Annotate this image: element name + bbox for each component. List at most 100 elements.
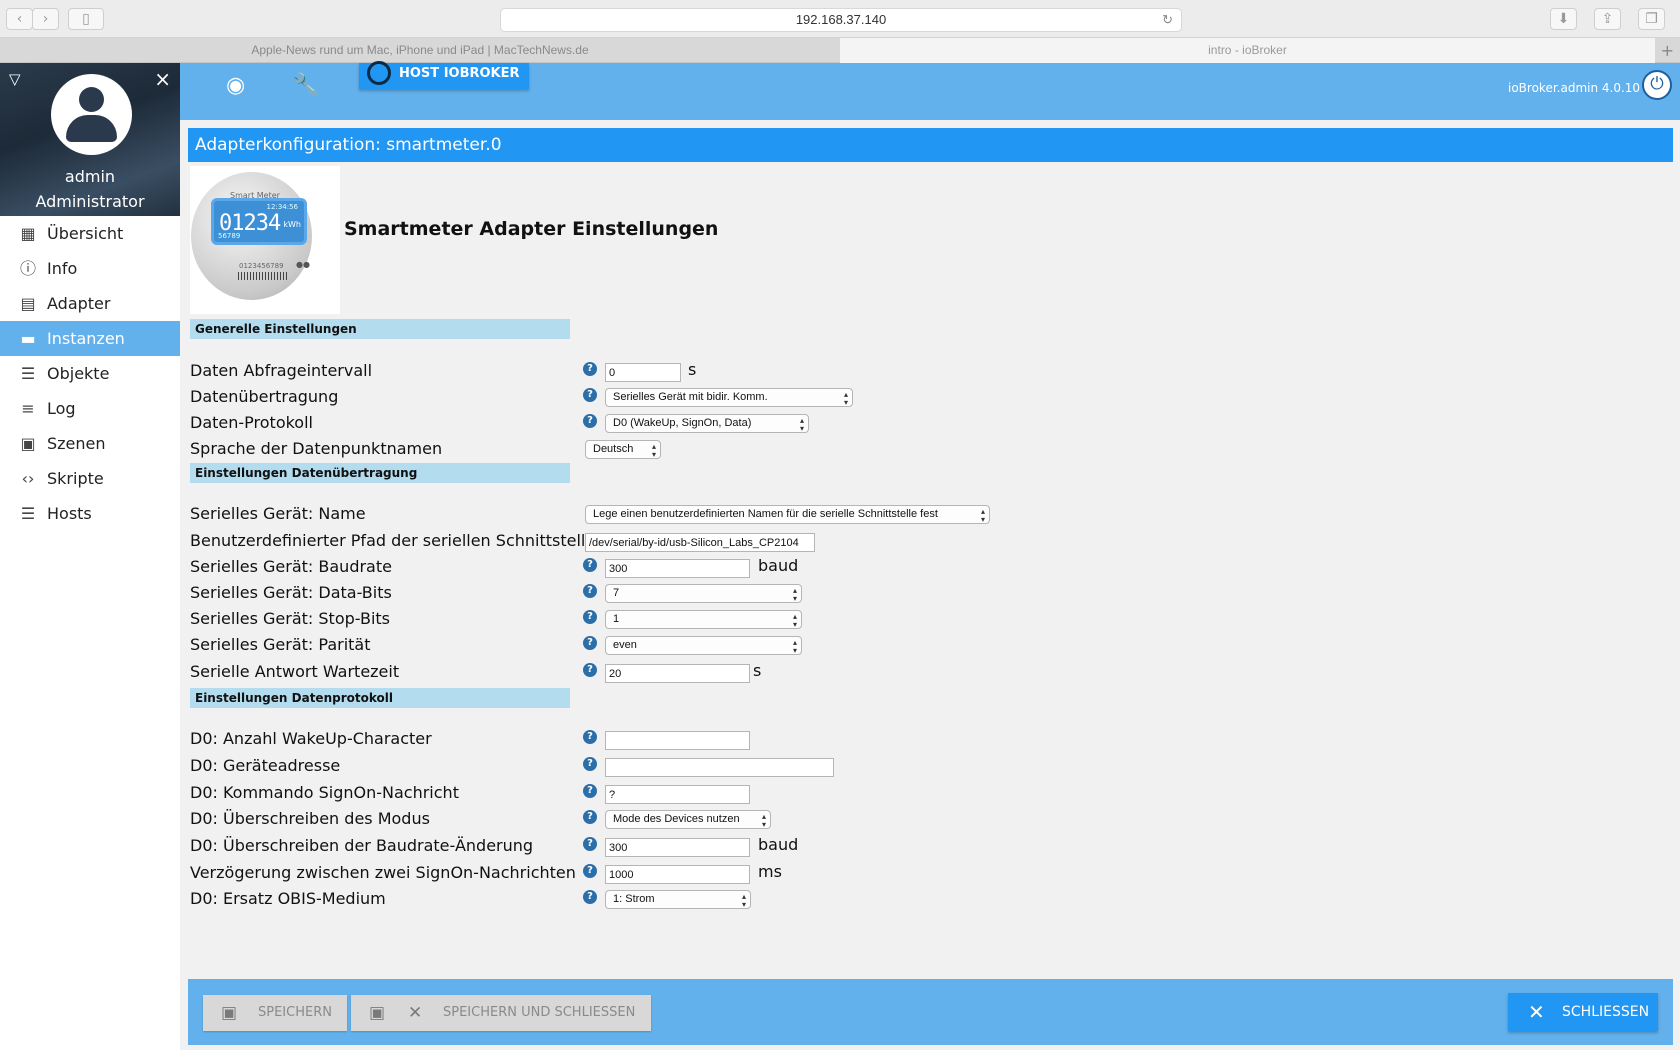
signon-delay-label: Verzögerung zwischen zwei SignOn-Nachric… bbox=[190, 863, 576, 882]
help-icon[interactable]: ? bbox=[583, 388, 597, 402]
signon-command-label: D0: Kommando SignOn-Nachricht bbox=[190, 783, 459, 802]
share-icon[interactable]: ⇪ bbox=[1594, 8, 1621, 30]
save-label: SPEICHERN bbox=[258, 1005, 332, 1020]
signon-command-input[interactable] bbox=[605, 785, 750, 804]
sidebar-item-adapter[interactable]: ▤ Adapter bbox=[0, 286, 180, 321]
sidebar-toggle-button[interactable]: ▯ bbox=[68, 8, 104, 30]
help-icon[interactable]: ? bbox=[583, 584, 597, 598]
wrench-icon[interactable]: 🔧 bbox=[292, 73, 319, 98]
signon-delay-unit: ms bbox=[758, 862, 782, 881]
parity-label: Serielles Gerät: Parität bbox=[190, 635, 371, 654]
avatar bbox=[51, 74, 132, 155]
sidebar-item-uebersicht[interactable]: ▦ Übersicht bbox=[0, 216, 180, 251]
language-select[interactable]: Deutsch ▴ ▾ bbox=[585, 440, 661, 459]
transfer-select[interactable]: Serielles Gerät mit bidir. Komm. ▴ ▾ bbox=[605, 388, 853, 407]
host-button[interactable]: HOST IOBROKER bbox=[359, 61, 529, 89]
help-icon[interactable]: ? bbox=[583, 362, 597, 376]
stopbits-value: 1 bbox=[613, 613, 620, 625]
sidebar-item-szenen[interactable]: ▣ Szenen bbox=[0, 426, 180, 461]
help-icon[interactable]: ? bbox=[583, 890, 597, 904]
sidebar-item-label: Log bbox=[47, 399, 76, 418]
help-icon[interactable]: ? bbox=[583, 730, 597, 744]
stopbits-select[interactable]: 1 ▴ ▾ bbox=[605, 610, 802, 629]
baud-override-input[interactable] bbox=[605, 838, 750, 857]
forward-button[interactable]: › bbox=[32, 8, 59, 30]
url-bar[interactable]: 192.168.37.140 ↻ bbox=[500, 8, 1182, 32]
close-sidebar-icon[interactable]: × bbox=[154, 67, 171, 91]
save-close-label: SPEICHERN UND SCHLIESSEN bbox=[443, 1005, 636, 1020]
browser-tab-iobroker[interactable]: intro - ioBroker bbox=[840, 38, 1655, 63]
meter-barcode bbox=[238, 272, 288, 280]
interval-label: Daten Abfrageintervall bbox=[190, 361, 373, 380]
protocol-value: D0 (WakeUp, SignOn, Data) bbox=[613, 417, 752, 429]
help-icon[interactable]: ? bbox=[583, 864, 597, 878]
signon-delay-input[interactable] bbox=[605, 865, 750, 884]
eye-icon[interactable]: ◉ bbox=[226, 73, 245, 98]
serial-path-input[interactable] bbox=[585, 533, 815, 552]
obis-medium-select[interactable]: 1: Strom ▴ ▾ bbox=[605, 890, 751, 909]
baud-override-unit: baud bbox=[758, 835, 799, 854]
sidebar-item-info[interactable]: ⓘ Info bbox=[0, 251, 180, 286]
parity-value: even bbox=[613, 639, 637, 651]
menu-toggle-icon[interactable]: ▽ bbox=[9, 70, 21, 88]
sidebar-item-hosts[interactable]: ☰ Hosts bbox=[0, 496, 180, 531]
response-wait-unit: s bbox=[753, 661, 762, 680]
sidebar-item-objekte[interactable]: ☰ Objekte bbox=[0, 356, 180, 391]
wakeup-chars-input[interactable] bbox=[605, 731, 750, 750]
sidebar-item-skripte[interactable]: ‹› Skripte bbox=[0, 461, 180, 496]
mode-override-select[interactable]: Mode des Devices nutzen ▴ ▾ bbox=[605, 810, 771, 829]
save-close-button[interactable]: ▣ ✕ SPEICHERN UND SCHLIESSEN bbox=[351, 995, 651, 1031]
transfer-value: Serielles Gerät mit bidir. Komm. bbox=[613, 391, 768, 403]
sidebar-item-label: Objekte bbox=[47, 364, 110, 383]
select-arrows-icon: ▴ ▾ bbox=[761, 812, 766, 829]
tabs-icon[interactable]: ❐ bbox=[1638, 8, 1665, 30]
section-general: Generelle Einstellungen bbox=[190, 319, 570, 339]
select-arrows-icon: ▴ ▾ bbox=[843, 390, 848, 407]
device-address-input[interactable] bbox=[605, 758, 834, 777]
sidebar-item-log[interactable]: ≡ Log bbox=[0, 391, 180, 426]
obis-medium-value: 1: Strom bbox=[613, 893, 655, 905]
select-arrows-icon: ▴ ▾ bbox=[651, 442, 656, 459]
help-icon[interactable]: ? bbox=[583, 636, 597, 650]
help-icon[interactable]: ? bbox=[583, 558, 597, 572]
databits-value: 7 bbox=[613, 587, 620, 599]
parity-select[interactable]: even ▴ ▾ bbox=[605, 636, 802, 655]
close-icon: ✕ bbox=[408, 1003, 423, 1023]
close-button[interactable]: ✕ SCHLIESSEN bbox=[1508, 993, 1658, 1031]
reload-icon[interactable]: ↻ bbox=[1162, 9, 1173, 31]
baudrate-label: Serielles Gerät: Baudrate bbox=[190, 557, 392, 576]
help-icon[interactable]: ? bbox=[583, 784, 597, 798]
save-button[interactable]: ▣ SPEICHERN bbox=[203, 995, 347, 1031]
back-button[interactable]: ‹ bbox=[6, 8, 33, 30]
help-icon[interactable]: ? bbox=[583, 810, 597, 824]
databits-label: Serielles Gerät: Data-Bits bbox=[190, 583, 392, 602]
select-arrows-icon: ▴ ▾ bbox=[799, 416, 804, 433]
sidebar-item-instanzen[interactable]: ▬ Instanzen bbox=[0, 321, 180, 356]
interval-input[interactable] bbox=[605, 363, 681, 382]
help-icon[interactable]: ? bbox=[583, 610, 597, 624]
serial-name-label: Serielles Gerät: Name bbox=[190, 504, 366, 523]
meter-unit: kWh bbox=[283, 220, 301, 229]
databits-select[interactable]: 7 ▴ ▾ bbox=[605, 584, 802, 603]
serial-name-select[interactable]: Lege einen benutzerdefinierten Namen für… bbox=[585, 505, 990, 524]
help-icon[interactable]: ? bbox=[583, 837, 597, 851]
scenes-icon: ▣ bbox=[20, 434, 36, 453]
new-tab-icon[interactable]: + bbox=[1661, 41, 1674, 60]
power-icon[interactable]: ⏻ bbox=[1642, 70, 1672, 100]
help-icon[interactable]: ? bbox=[583, 663, 597, 677]
sidebar-item-label: Info bbox=[47, 259, 78, 278]
transfer-label: Datenübertragung bbox=[190, 387, 339, 406]
host-status-icon bbox=[367, 61, 391, 85]
log-icon: ≡ bbox=[21, 399, 35, 418]
protocol-select[interactable]: D0 (WakeUp, SignOn, Data) ▴ ▾ bbox=[605, 414, 809, 433]
info-icon: ⓘ bbox=[19, 259, 36, 278]
section-protocol: Einstellungen Datenprotokoll bbox=[190, 688, 570, 708]
user-name: admin bbox=[64, 167, 116, 186]
baudrate-unit: baud bbox=[758, 556, 799, 575]
help-icon[interactable]: ? bbox=[583, 414, 597, 428]
baudrate-input[interactable] bbox=[605, 559, 750, 578]
download-icon[interactable]: ⬇ bbox=[1550, 8, 1577, 30]
help-icon[interactable]: ? bbox=[583, 757, 597, 771]
browser-tab-news[interactable]: Apple-News rund um Mac, iPhone und iPad … bbox=[0, 38, 840, 63]
response-wait-input[interactable] bbox=[605, 664, 750, 683]
